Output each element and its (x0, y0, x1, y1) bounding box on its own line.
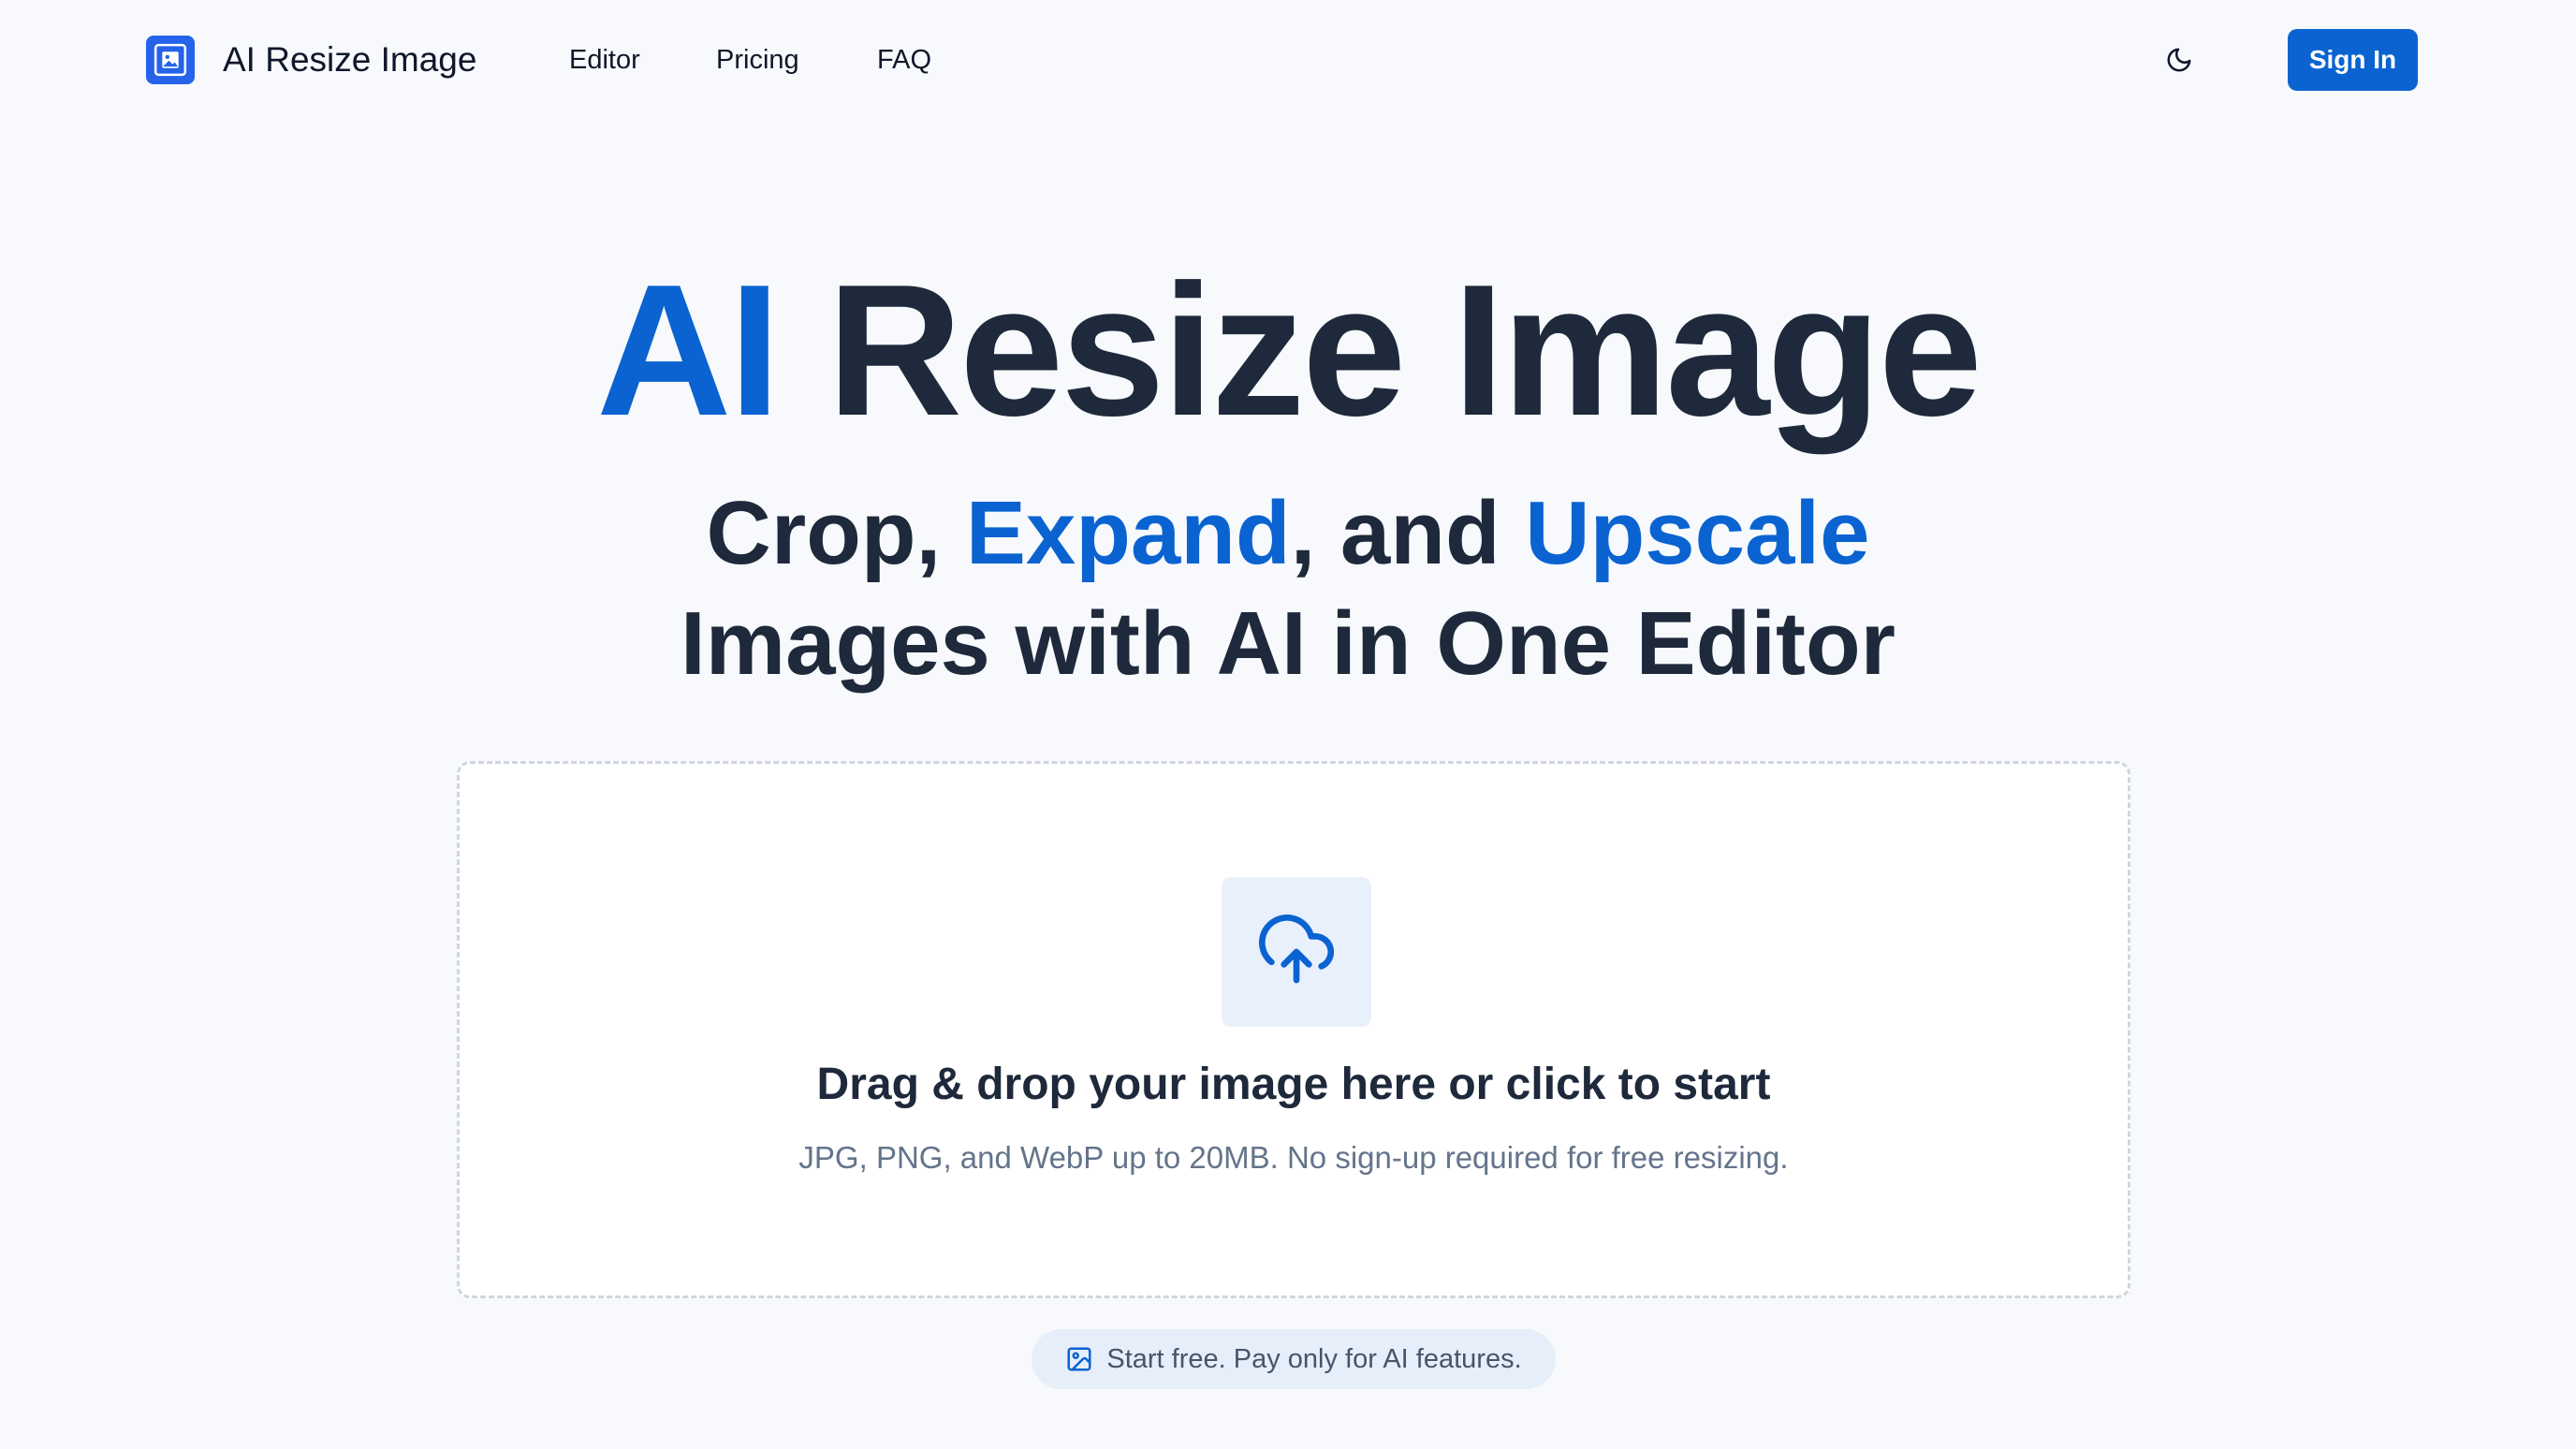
upload-icon-box (1222, 877, 1371, 1027)
hero-title-rest: Resize Image (778, 246, 1983, 455)
brand-name[interactable]: AI Resize Image (223, 36, 476, 84)
subtitle-accent-expand: Expand (965, 483, 1291, 583)
nav-editor[interactable]: Editor (569, 37, 640, 82)
cloud-upload-icon (1259, 915, 1334, 984)
dropzone-title: Drag & drop your image here or click to … (816, 1060, 1771, 1109)
dropzone-hint: JPG, PNG, and WebP up to 20MB. No sign-u… (798, 1140, 1789, 1175)
moon-icon (2167, 48, 2191, 72)
sign-in-button[interactable]: Sign In (2288, 29, 2418, 91)
image-icon (1067, 1347, 1091, 1371)
hero-subtitle-line-1: Crop, Expand, and Upscale (0, 479, 2576, 588)
nav-pricing[interactable]: Pricing (716, 37, 799, 82)
subtitle-accent-upscale: Upscale (1525, 483, 1870, 583)
logo-icon[interactable] (146, 36, 195, 84)
pricing-note-text: Start free. Pay only for AI features. (1106, 1343, 1522, 1374)
pricing-note-pill: Start free. Pay only for AI features. (1032, 1329, 1556, 1389)
hero-subtitle-line-2: Images with AI in One Editor (681, 593, 1895, 694)
hero-title: AI Resize Image (0, 243, 2576, 459)
site-header: AI Resize Image Editor Pricing FAQ Sign … (0, 0, 2576, 122)
hero-title-accent: AI (596, 246, 781, 455)
nav-faq[interactable]: FAQ (877, 37, 931, 82)
upload-dropzone[interactable]: Drag & drop your image here or click to … (457, 761, 2130, 1298)
theme-toggle-button[interactable] (2159, 39, 2200, 80)
page: AI Resize Image Editor Pricing FAQ Sign … (0, 0, 2576, 1449)
subtitle-text: Crop, (706, 483, 966, 583)
subtitle-text: , and (1290, 483, 1526, 583)
